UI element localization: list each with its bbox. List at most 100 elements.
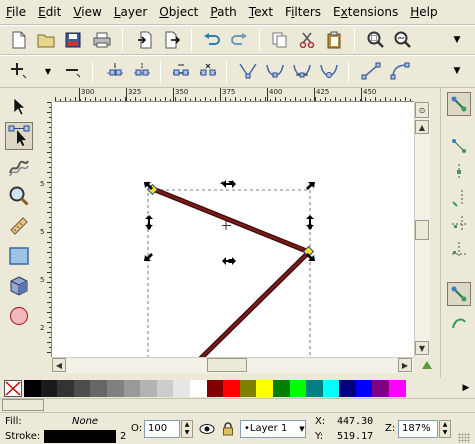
delete-node-icon[interactable] (62, 60, 84, 82)
zoom-selection-icon[interactable] (365, 29, 387, 51)
color-swatch[interactable] (57, 379, 74, 397)
menu-layer[interactable]: Layer (114, 0, 147, 24)
color-swatch[interactable] (189, 379, 207, 397)
color-swatch[interactable] (306, 379, 323, 397)
scroll-down-icon[interactable]: ▼ (415, 341, 429, 355)
insert-node-menu-icon[interactable]: ▼ (37, 60, 59, 82)
join-segment-icon[interactable] (170, 60, 192, 82)
palette-scrollbar[interactable] (0, 398, 475, 412)
color-swatch[interactable] (73, 379, 91, 397)
color-swatch[interactable] (90, 379, 107, 397)
resize-grip[interactable] (458, 433, 470, 443)
insert-node-icon[interactable] (8, 60, 30, 82)
scale-handle-left[interactable] (145, 215, 153, 229)
menu-help[interactable]: Help (410, 0, 437, 24)
snap-nodes-icon[interactable] (447, 134, 471, 158)
toolbar-overflow-icon[interactable]: ▼ (446, 29, 468, 51)
drawing-canvas[interactable] (52, 102, 414, 357)
horizontal-scrollbar[interactable]: ◀ ▶ (52, 357, 414, 373)
color-swatch[interactable] (339, 379, 356, 397)
chevron-down-icon[interactable]: ▼ (296, 420, 308, 438)
color-swatch[interactable] (24, 379, 41, 397)
color-swatch[interactable] (322, 379, 340, 397)
menu-path[interactable]: Path (210, 0, 236, 24)
fill-value[interactable]: None (72, 416, 98, 427)
line-segment-icon[interactable] (360, 60, 382, 82)
symmetric-node-icon[interactable] (291, 60, 313, 82)
color-swatch[interactable] (123, 379, 141, 397)
snap-paths-icon[interactable] (447, 160, 471, 184)
opacity-input[interactable]: 100 (144, 420, 180, 438)
color-swatch[interactable] (239, 379, 257, 397)
vertical-scroll-thumb[interactable] (415, 220, 429, 240)
break-path-icon[interactable] (131, 60, 153, 82)
snap-enable-icon[interactable] (447, 92, 471, 116)
scroll-left-icon[interactable]: ◀ (52, 358, 66, 372)
redo-icon[interactable] (228, 29, 250, 51)
import-icon[interactable] (134, 29, 156, 51)
measure-tool-icon[interactable] (5, 212, 33, 240)
no-paint-swatch[interactable] (4, 379, 22, 397)
circle-tool-icon[interactable] (5, 302, 33, 330)
node-tool-icon[interactable] (5, 122, 33, 150)
stroke-swatch[interactable] (44, 430, 116, 443)
scroll-up-icon[interactable]: ▲ (415, 120, 429, 134)
color-swatch[interactable] (272, 379, 290, 397)
menu-object[interactable]: Object (159, 0, 198, 24)
zoom-drawing-icon[interactable] (392, 29, 414, 51)
toolbar-overflow-icon[interactable]: ▼ (446, 60, 468, 82)
color-swatch[interactable] (389, 379, 406, 397)
rectangle-tool-icon[interactable] (5, 242, 33, 270)
save-icon[interactable] (62, 29, 84, 51)
zoom-input[interactable]: 187% (398, 420, 438, 438)
snap-cusp-icon[interactable] (447, 212, 471, 236)
color-swatch[interactable] (223, 379, 240, 397)
zoom-stepper[interactable]: ▲ ▼ (439, 420, 451, 438)
color-swatch[interactable] (40, 379, 58, 397)
lock-icon[interactable] (220, 421, 236, 437)
color-swatch[interactable] (372, 379, 390, 397)
eye-icon[interactable] (198, 421, 216, 437)
color-manage-icon[interactable] (414, 357, 440, 373)
snap-centers-icon[interactable] (447, 310, 471, 334)
menu-extensions[interactable]: Extensions (333, 0, 398, 24)
tweak-tool-icon[interactable] (5, 152, 33, 180)
vertical-scrollbar[interactable]: ⊙ ▲ ▼ (414, 102, 430, 357)
color-swatch[interactable] (206, 379, 224, 397)
cut-icon[interactable] (296, 29, 318, 51)
opacity-stepper[interactable]: ▲ ▼ (181, 420, 193, 438)
smooth-node-icon[interactable] (264, 60, 286, 82)
open-icon[interactable] (35, 29, 57, 51)
zoom-fit-icon[interactable]: ⊙ (415, 102, 429, 118)
color-swatch[interactable] (106, 379, 124, 397)
selector-tool-icon[interactable] (5, 92, 33, 120)
scroll-right-icon[interactable]: ▶ (398, 358, 412, 372)
palette-scroll-thumb[interactable] (2, 399, 44, 411)
zoom-tool-icon[interactable] (5, 182, 33, 210)
auto-smooth-node-icon[interactable] (318, 60, 340, 82)
copy-icon[interactable] (269, 29, 291, 51)
join-nodes-icon[interactable] (104, 60, 126, 82)
horizontal-scroll-thumb[interactable] (207, 358, 247, 372)
snap-intersections-icon[interactable] (447, 186, 471, 210)
menu-text[interactable]: Text (249, 0, 273, 24)
snap-smooth-icon[interactable] (447, 238, 471, 262)
new-document-icon[interactable] (8, 29, 30, 51)
menu-view[interactable]: View (73, 0, 101, 24)
menu-file[interactable]: File (6, 0, 26, 24)
snap-midpoints-icon[interactable] (447, 282, 471, 306)
curve-segment-icon[interactable] (389, 60, 411, 82)
color-swatch[interactable] (256, 379, 273, 397)
cusp-node-icon[interactable] (237, 60, 259, 82)
color-swatch[interactable] (140, 379, 157, 397)
color-swatch[interactable] (289, 379, 307, 397)
color-swatch[interactable] (173, 379, 190, 397)
export-icon[interactable] (161, 29, 183, 51)
menu-edit[interactable]: Edit (38, 0, 61, 24)
color-swatch[interactable] (156, 379, 174, 397)
scale-handle-middle[interactable] (222, 257, 236, 265)
3d-box-tool-icon[interactable] (5, 272, 33, 300)
scale-handle-right[interactable] (306, 215, 314, 229)
color-swatch[interactable] (355, 379, 373, 397)
menu-filters[interactable]: Filters (285, 0, 321, 24)
